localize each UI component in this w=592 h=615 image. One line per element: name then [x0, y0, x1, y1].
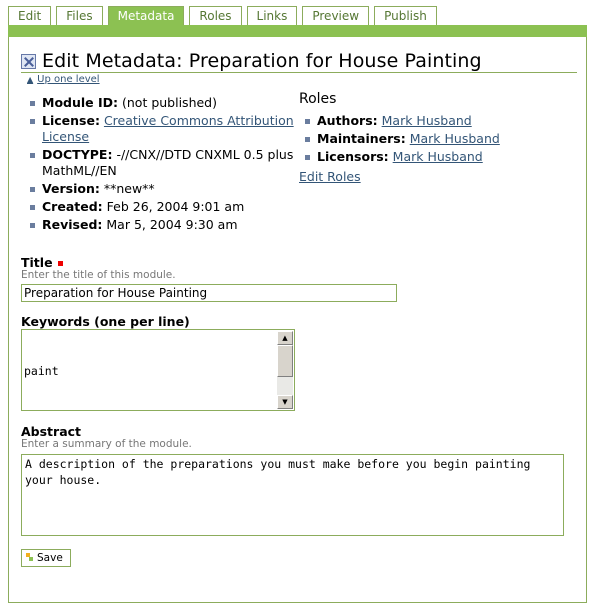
module-id-item: Module ID: (not published) [27, 95, 299, 111]
maintainers-label: Maintainers: [317, 131, 406, 146]
doctype-label: DOCTYPE: [42, 147, 113, 162]
scroll-down-icon[interactable]: ▼ [277, 395, 293, 409]
tab-preview[interactable]: Preview [302, 6, 370, 26]
save-icon [26, 553, 33, 563]
tab-links[interactable]: Links [246, 6, 298, 26]
authors-label: Authors: [317, 113, 378, 128]
module-icon [21, 53, 36, 69]
roles-list: Authors: Mark Husband Maintainers: Mark … [299, 113, 579, 165]
created-item: Created: Feb 26, 2004 9:01 am [27, 199, 299, 215]
licensors-link[interactable]: Mark Husband [393, 149, 483, 164]
version-item: Version: **new** [27, 181, 299, 197]
roles-heading: Roles [299, 91, 337, 107]
scroll-thumb[interactable] [277, 345, 293, 377]
version-label: Version: [42, 181, 100, 196]
scroll-up-icon[interactable]: ▲ [277, 331, 293, 345]
licensors-label: Licensors: [317, 149, 389, 164]
tab-metadata[interactable]: Metadata [107, 6, 185, 26]
keywords-list: paint brush roller sandpaper dropcloth [24, 331, 86, 410]
up-one-level-label: Up one level [37, 74, 100, 85]
tab-files[interactable]: Files [56, 6, 103, 26]
content-frame: Edit Metadata: Preparation for House Pai… [8, 37, 587, 603]
module-id-value: (not published) [122, 95, 217, 110]
tab-bar: Edit Files Metadata Roles Links Preview … [8, 6, 442, 26]
page-title: Edit Metadata: Preparation for House Pai… [42, 50, 482, 72]
doctype-item: DOCTYPE: -//CNX//DTD CNXML 0.5 plus Math… [27, 147, 299, 179]
abstract-textarea[interactable]: A description of the preparations you mu… [21, 454, 564, 536]
keywords-label: Keywords (one per line) [21, 314, 190, 329]
version-value: **new** [103, 181, 155, 196]
license-item: License: Creative Commons Attribution Li… [27, 113, 299, 145]
title-help: Enter the title of this module. [21, 269, 176, 281]
license-label: License: [42, 113, 100, 128]
created-value: Feb 26, 2004 9:01 am [106, 199, 245, 214]
module-info-list: Module ID: (not published) License: Crea… [27, 95, 299, 235]
maintainers-item: Maintainers: Mark Husband [299, 131, 579, 147]
maintainers-link[interactable]: Mark Husband [410, 131, 500, 146]
tab-underline-bar [8, 25, 587, 37]
required-marker-icon [57, 261, 63, 266]
licensors-item: Licensors: Mark Husband [299, 149, 579, 165]
header-divider [21, 72, 577, 73]
title-label-row: Title [21, 255, 63, 270]
edit-roles-link[interactable]: Edit Roles [299, 169, 361, 184]
title-input[interactable] [21, 284, 397, 302]
module-id-label: Module ID: [42, 95, 119, 110]
save-button[interactable]: Save [21, 549, 71, 567]
abstract-help: Enter a summary of the module. [21, 438, 192, 450]
keyword-line: paint [24, 364, 59, 378]
authors-link[interactable]: Mark Husband [382, 113, 472, 128]
tab-edit[interactable]: Edit [8, 6, 52, 26]
keywords-textarea[interactable]: paint brush roller sandpaper dropcloth ▲… [21, 329, 295, 411]
save-label: Save [37, 552, 63, 564]
revised-value: Mar 5, 2004 9:30 am [106, 217, 238, 232]
tab-publish[interactable]: Publish [374, 6, 437, 26]
abstract-label: Abstract [21, 424, 82, 439]
title-label: Title [21, 255, 53, 270]
up-arrow-icon: ▲ [27, 75, 34, 84]
roles-panel: Roles Authors: Mark Husband Maintainers:… [299, 89, 579, 184]
revised-label: Revised: [42, 217, 103, 232]
keywords-scrollbar[interactable]: ▲ ▼ [277, 331, 293, 409]
up-one-level-link[interactable]: ▲ Up one level [27, 74, 100, 85]
revised-item: Revised: Mar 5, 2004 9:30 am [27, 217, 299, 233]
tab-roles[interactable]: Roles [189, 6, 242, 26]
page-header: Edit Metadata: Preparation for House Pai… [21, 50, 577, 72]
authors-item: Authors: Mark Husband [299, 113, 579, 129]
created-label: Created: [42, 199, 103, 214]
